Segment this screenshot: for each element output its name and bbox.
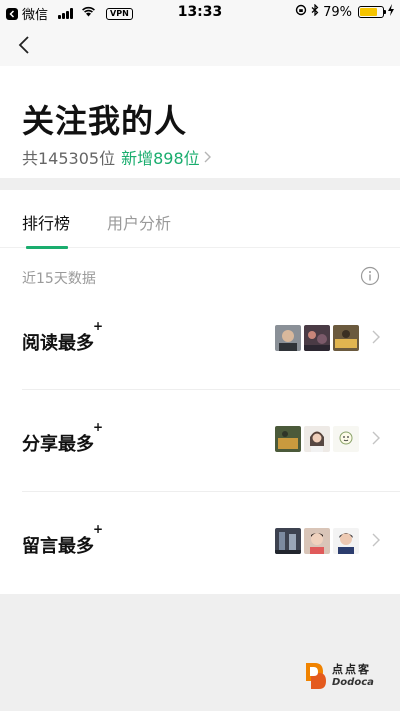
chevron-right-icon <box>372 431 380 445</box>
battery-percent: 79% <box>323 4 352 20</box>
lock-rotation-icon <box>295 4 307 20</box>
watermark-text-cn: 点点客 <box>332 663 371 676</box>
tab-user-analysis[interactable]: 用户分析 <box>107 210 171 246</box>
bluetooth-icon <box>311 3 319 20</box>
plus-mark: + <box>93 420 104 434</box>
plus-mark: + <box>93 522 104 536</box>
avatar <box>304 325 330 351</box>
data-range-label: 近15天数据 <box>22 271 96 287</box>
back-chevron-icon <box>18 36 29 54</box>
new-followers-link[interactable]: 新增898位 <box>121 145 211 169</box>
avatar <box>304 426 330 452</box>
chevron-right-icon <box>204 151 211 163</box>
avatar <box>304 528 330 554</box>
ranking-row-most-shared[interactable]: 分享最多 + <box>0 390 400 490</box>
ranking-row-most-read[interactable]: 阅读最多 + <box>0 289 400 389</box>
avatar <box>275 325 301 351</box>
ranking-label: 留言最多 <box>22 536 94 557</box>
battery-icon <box>358 6 386 18</box>
ranking-label: 分享最多 <box>22 434 94 455</box>
ranking-panel: 排行榜 用户分析 近15天数据 阅读最多 + 分享最多 + 留言最多 + <box>0 190 400 594</box>
avatar <box>275 426 301 452</box>
ranking-row-most-commented[interactable]: 留言最多 + <box>0 492 400 592</box>
avatar-group <box>275 528 359 554</box>
back-button[interactable] <box>12 32 36 58</box>
plus-mark: + <box>93 319 104 333</box>
avatar-group <box>275 325 359 351</box>
chevron-right-icon <box>372 330 380 344</box>
followers-header: 关注我的人 共145305位 新增898位 <box>0 66 400 178</box>
nav-bar <box>0 24 400 66</box>
avatar <box>333 528 359 554</box>
ranking-label: 阅读最多 <box>22 333 94 354</box>
avatar <box>275 528 301 554</box>
dodoca-watermark: 点点客 Dodoca <box>302 659 388 695</box>
info-icon[interactable] <box>360 266 380 286</box>
follower-summary: 共145305位 新增898位 <box>22 145 211 169</box>
watermark-text-en: Dodoca <box>332 677 374 688</box>
tab-ranking[interactable]: 排行榜 <box>22 210 70 246</box>
charging-icon <box>388 4 394 20</box>
battery-fill <box>360 8 378 16</box>
active-tab-indicator <box>26 246 68 249</box>
total-followers: 共145305位 <box>22 149 116 168</box>
page-title: 关注我的人 <box>22 102 188 140</box>
avatar <box>333 325 359 351</box>
avatar <box>333 426 359 452</box>
new-followers-label: 新增898位 <box>121 149 200 168</box>
tab-bar: 排行榜 用户分析 <box>0 190 400 249</box>
avatar-group <box>275 426 359 452</box>
chevron-right-icon <box>372 533 380 547</box>
status-bar-right: 79% <box>295 3 394 20</box>
status-bar: 微信 VPN 13:33 79% <box>0 0 400 24</box>
